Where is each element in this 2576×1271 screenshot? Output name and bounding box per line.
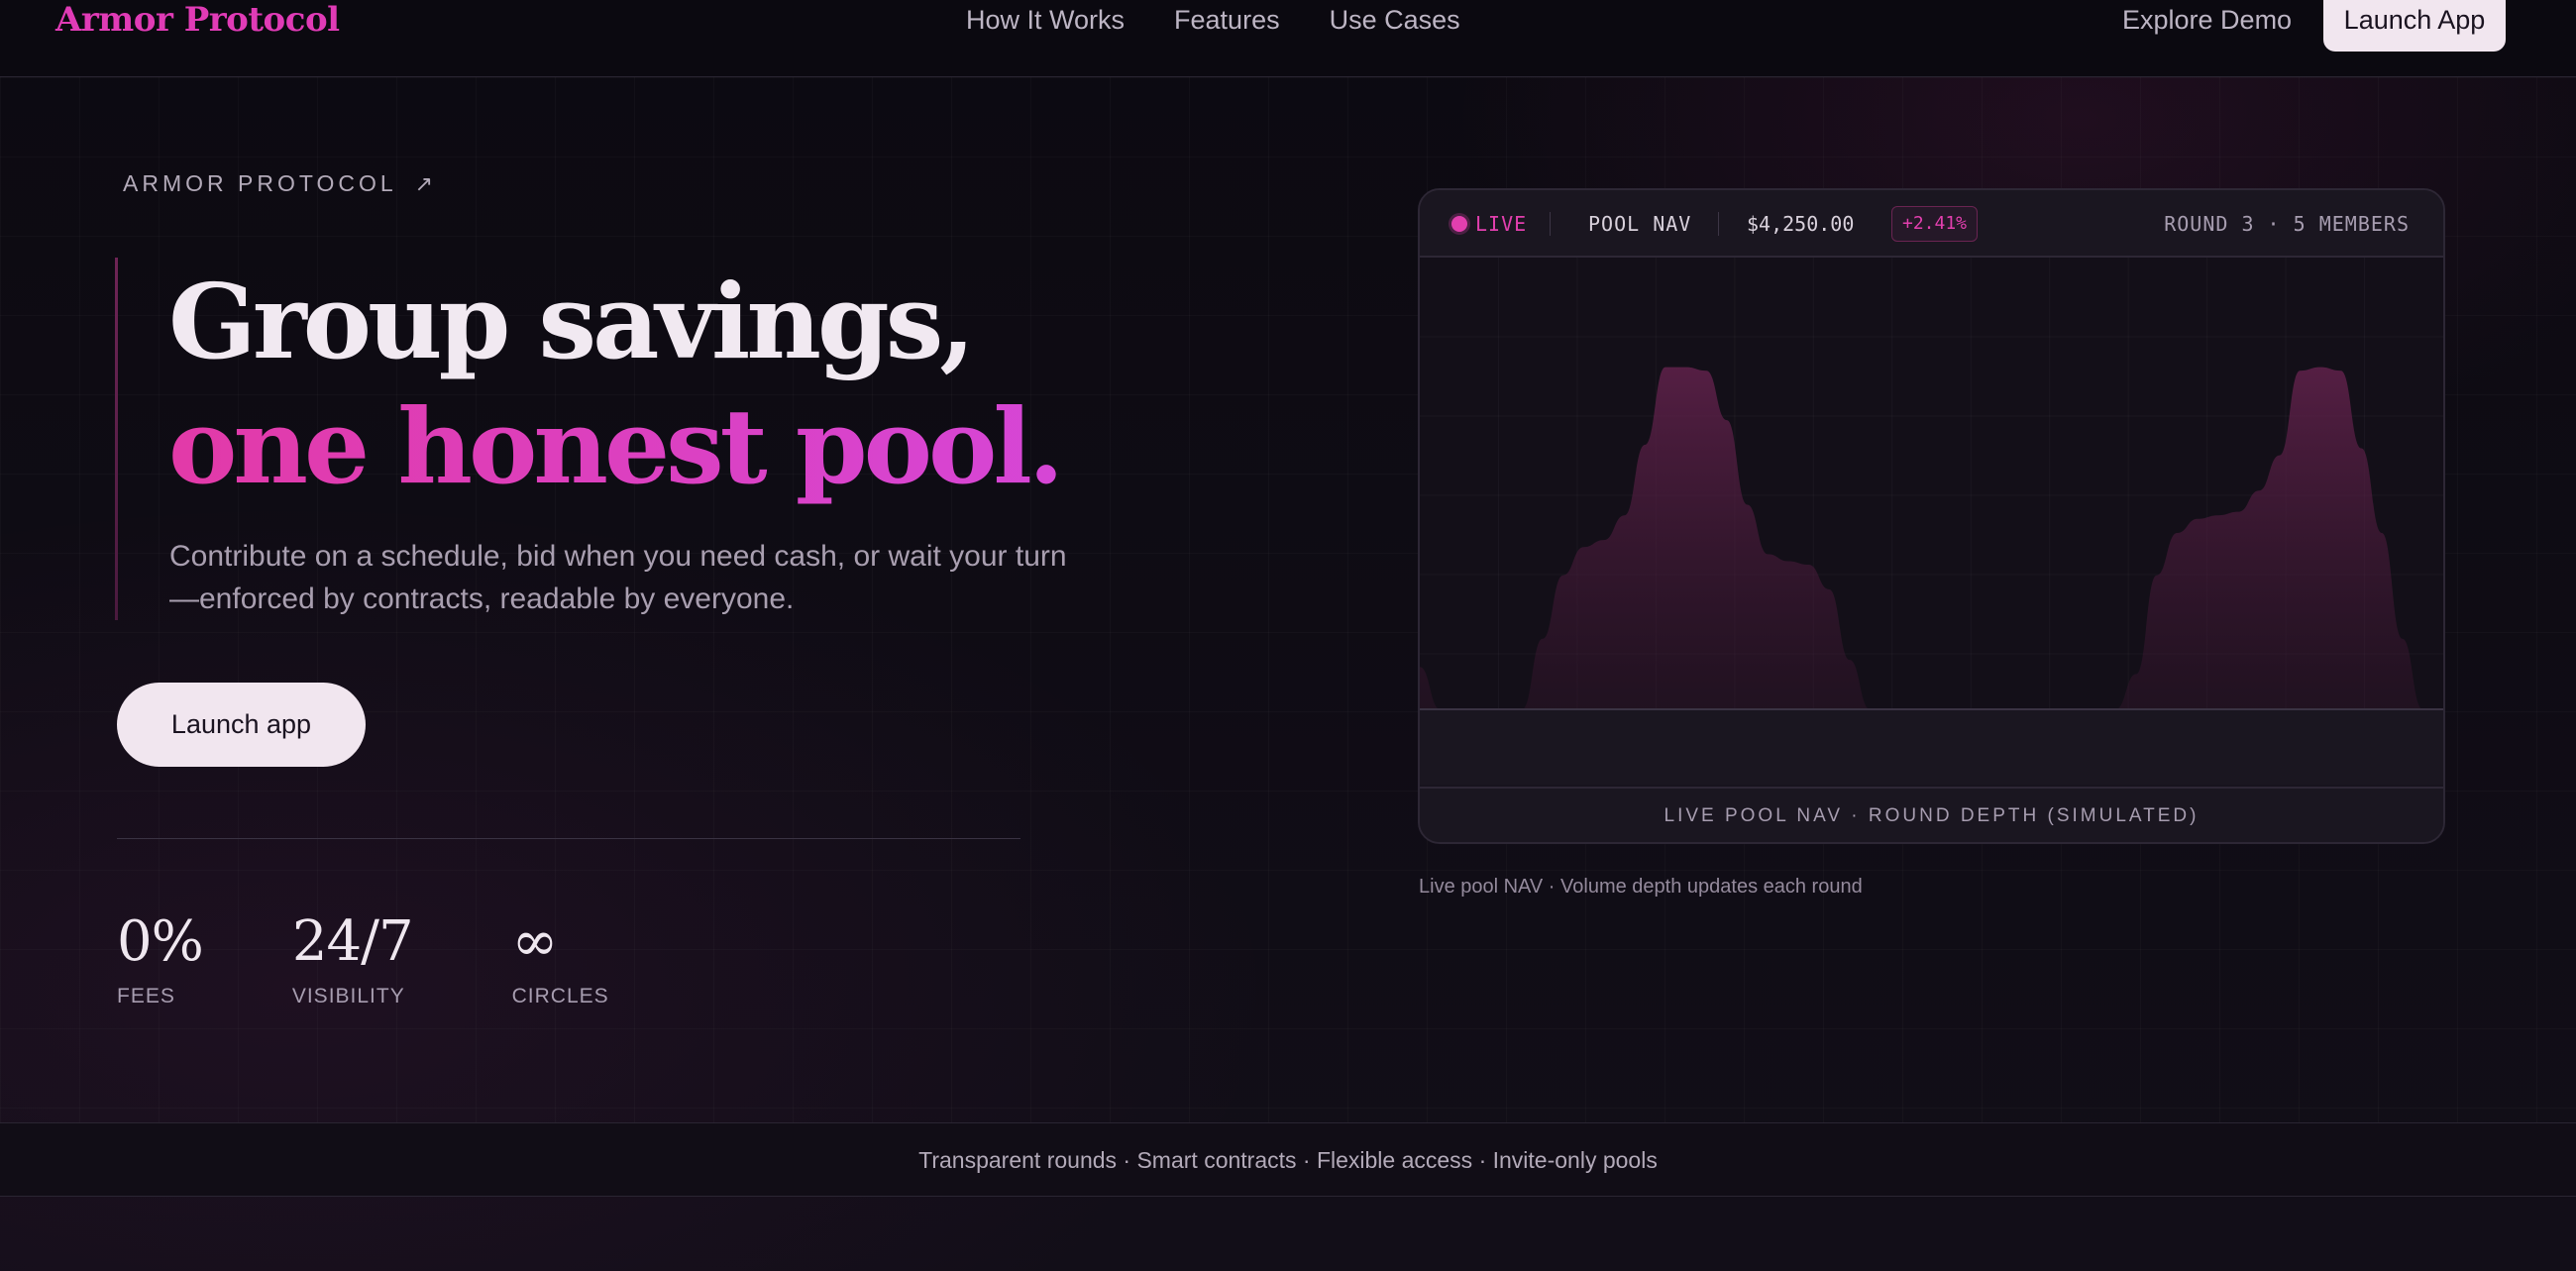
card-header: LIVE POOL NAV $4,250.00 +2.41% ROUND 3 ·… bbox=[1420, 190, 2443, 258]
eyebrow-label: ARMOR PROTOCOL bbox=[123, 170, 397, 196]
top-nav: Armor Protocol How It Works Features Use… bbox=[0, 0, 2576, 77]
chart-plot-area bbox=[1420, 258, 2443, 785]
change-badge: +2.41% bbox=[1891, 206, 1979, 242]
live-label: LIVE bbox=[1475, 212, 1528, 236]
pool-nav-label: POOL NAV bbox=[1588, 212, 1692, 236]
round-info: ROUND 3 · 5 MEMBERS bbox=[2164, 212, 2410, 236]
header-separator bbox=[1550, 212, 1551, 236]
card-footer: LIVE POOL NAV · ROUND DEPTH (SIMULATED) bbox=[1420, 787, 2443, 842]
stat-value: 24/7 bbox=[291, 909, 414, 974]
stat-visibility: 24/7 VISIBILITY bbox=[291, 909, 414, 1008]
pool-depth-area bbox=[1420, 367, 2443, 709]
launch-app-nav-button[interactable]: Launch App bbox=[2323, 0, 2506, 52]
hero-stats: 0% FEES 24/7 VISIBILITY ∞ CIRCLES bbox=[117, 909, 698, 1008]
nav-use-cases[interactable]: Use Cases bbox=[1330, 0, 1460, 40]
chart-caption: Live pool NAV · Volume depth updates eac… bbox=[1419, 876, 1863, 898]
stat-label: FEES bbox=[117, 985, 175, 1007]
launch-app-button[interactable]: Launch app bbox=[117, 683, 366, 767]
nav-how-it-works[interactable]: How It Works bbox=[966, 0, 1125, 40]
stat-value: 0% bbox=[117, 909, 204, 974]
hero-eyebrow[interactable]: ARMOR PROTOCOL ↗ bbox=[123, 170, 433, 197]
stat-fees: 0% FEES bbox=[117, 909, 204, 1008]
hero-title: Group savings, one honest pool. bbox=[168, 260, 1064, 509]
brand-logo[interactable]: Armor Protocol bbox=[55, 0, 340, 40]
depth-chart bbox=[1420, 367, 2443, 785]
stat-label: CIRCLES bbox=[511, 985, 609, 1007]
arrow-up-right-icon: ↗ bbox=[414, 170, 434, 196]
live-dot-icon bbox=[1451, 216, 1467, 232]
stat-label: VISIBILITY bbox=[291, 985, 405, 1007]
pool-nav-value: $4,250.00 bbox=[1747, 212, 1855, 236]
explore-demo-link[interactable]: Explore Demo bbox=[2122, 0, 2292, 40]
hero-title-line2: one honest pool. bbox=[168, 385, 1064, 507]
nav-links: How It Works Features Use Cases bbox=[966, 0, 1460, 40]
volume-band bbox=[1420, 710, 2443, 785]
header-separator bbox=[1718, 212, 1719, 236]
stat-value: ∞ bbox=[511, 909, 559, 974]
hero-accent-bar bbox=[115, 258, 118, 620]
nav-features[interactable]: Features bbox=[1174, 0, 1280, 40]
pool-nav-card: LIVE POOL NAV $4,250.00 +2.41% ROUND 3 ·… bbox=[1418, 188, 2445, 844]
live-indicator: LIVE bbox=[1451, 190, 1527, 258]
hero-divider bbox=[117, 838, 1020, 839]
hero-title-line1: Group savings, bbox=[168, 261, 975, 382]
hero-description: Contribute on a schedule, bid when you n… bbox=[169, 540, 1067, 615]
stat-circles: ∞ CIRCLES bbox=[512, 909, 609, 1008]
feature-strip: Transparent rounds · Smart contracts · F… bbox=[0, 1122, 2576, 1197]
